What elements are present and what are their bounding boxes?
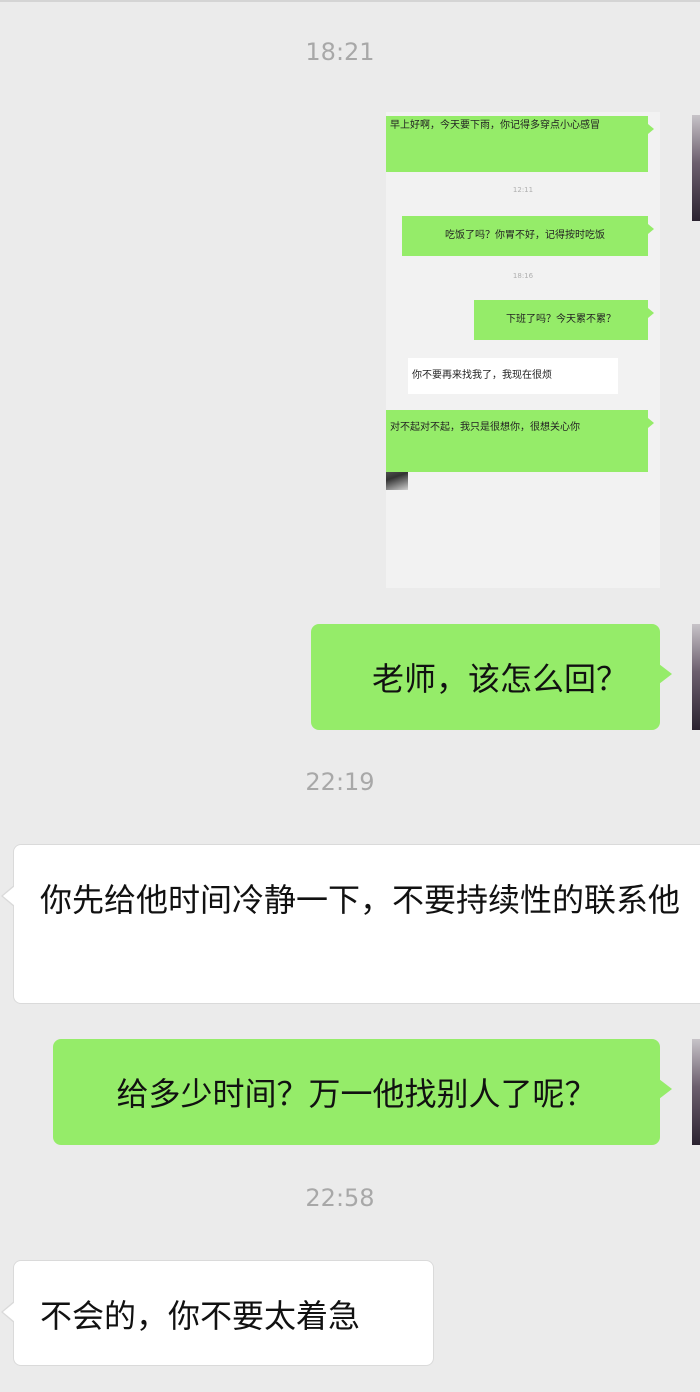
chat-screen: 18:21 早上好啊，今天要下雨，你记得多穿点小心感冒 12:11 吃饭了吗？你… [0,0,700,1392]
timestamp: 18:21 [305,38,375,66]
timestamp: 22:19 [305,768,375,796]
screenshot-received-bubble: 你不要再来找我了，我现在很烦 [408,358,618,394]
screenshot-bubble: 对不起对不起，我只是很想你，很想关心你 [386,410,654,472]
my-avatar[interactable] [692,115,700,221]
message-bubble-sent[interactable]: 给多少时间？万一他找别人了呢？ [53,1039,672,1145]
screenshot-timestamp: 18:16 [512,272,534,280]
message-bubble-received[interactable]: 不会的，你不要太着急 [1,1260,434,1366]
top-divider [0,0,700,2]
my-avatar[interactable] [692,1039,700,1145]
screenshot-image-message[interactable]: 早上好啊，今天要下雨，你记得多穿点小心感冒 12:11 吃饭了吗？你胃不好，记得… [386,112,660,588]
screenshot-timestamp: 12:11 [512,186,534,194]
screenshot-bubble: 下班了吗？今天累不累？ [474,300,654,340]
message-bubble-sent[interactable]: 老师，该怎么回？ [311,624,672,730]
timestamp: 22:58 [305,1184,375,1212]
screenshot-bubble: 早上好啊，今天要下雨，你记得多穿点小心感冒 [386,116,654,172]
message-bubble-received[interactable]: 你先给他时间冷静一下，不要持续性的联系他 [1,844,700,1004]
my-avatar[interactable] [692,624,700,730]
screenshot-bubble: 吃饭了吗？你胃不好，记得按时吃饭 [402,216,654,256]
